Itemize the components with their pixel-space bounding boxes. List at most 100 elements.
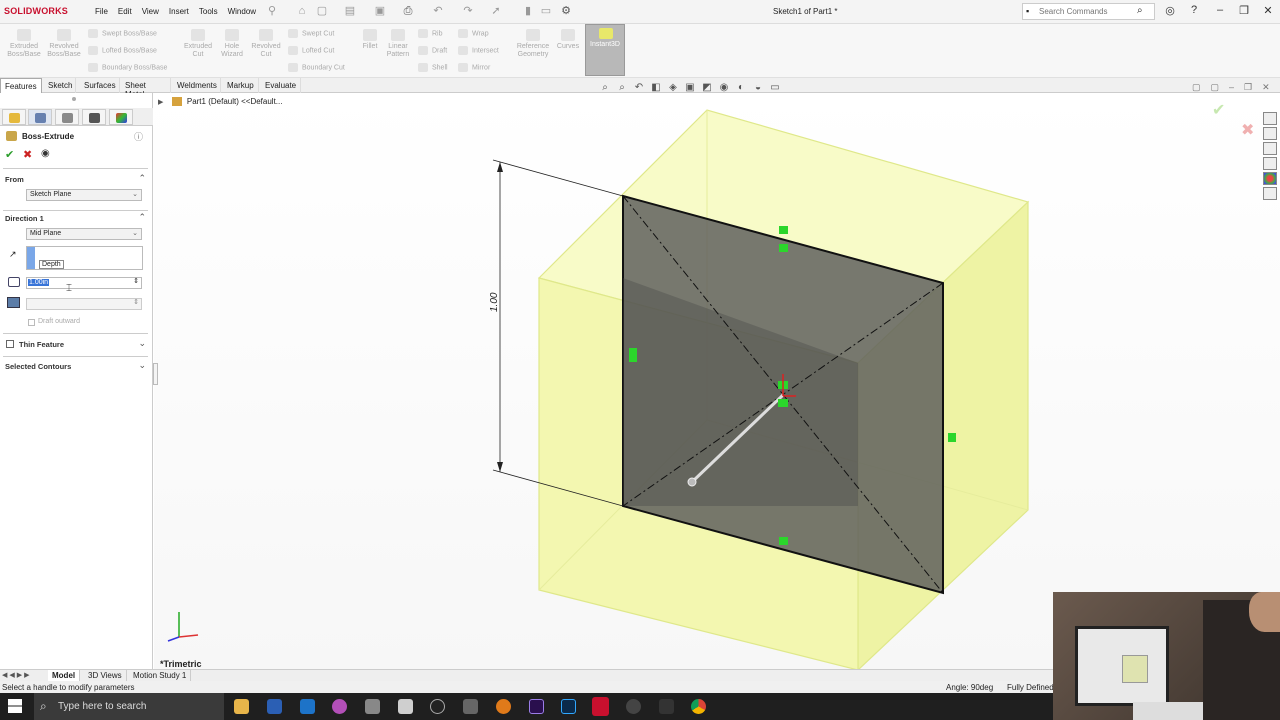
menu-file[interactable]: File	[95, 7, 108, 16]
reverse-direction-icon[interactable]: ↗	[9, 249, 17, 260]
viewport-restore-icon[interactable]: ▢	[1192, 82, 1201, 93]
tab-featuremanager[interactable]	[2, 109, 26, 125]
swept-boss-button[interactable]: Swept Boss/Base	[88, 29, 157, 38]
vertical-relation-icon[interactable]	[629, 348, 637, 362]
search-icon[interactable]: ⌕	[1137, 5, 1143, 16]
photoshop-taskbar-icon[interactable]	[561, 699, 576, 714]
app-taskbar-icon-2[interactable]	[659, 699, 674, 714]
word-taskbar-icon[interactable]	[267, 699, 282, 714]
equal-relation-icon[interactable]	[779, 244, 788, 252]
premiere-taskbar-icon[interactable]	[529, 699, 544, 714]
lofted-boss-button[interactable]: Lofted Boss/Base	[88, 46, 157, 55]
menu-view[interactable]: View	[142, 7, 159, 16]
expand-thin-feature-chevron-icon[interactable]: ⌄	[138, 338, 146, 349]
instant3d-button[interactable]: Instant3D	[585, 24, 625, 76]
solidworks-taskbar-icon[interactable]	[592, 697, 609, 716]
tab-configurationmanager[interactable]	[55, 109, 79, 125]
taskbar-search-box[interactable]: ⌕ Type here to search	[34, 693, 224, 720]
panel-collapse-handle[interactable]	[153, 363, 158, 385]
selected-contours-header[interactable]: Selected Contours	[5, 362, 71, 371]
spin-arrows-icon[interactable]: ⇕	[133, 277, 139, 285]
tab-dimxpert[interactable]	[82, 109, 106, 125]
file-explorer-taskbar-icon[interactable]	[234, 699, 249, 714]
search-commands-input[interactable]	[1023, 4, 1123, 19]
search-commands-box[interactable]: ▪ ⌕	[1022, 3, 1155, 20]
viewport-close-icon[interactable]: ✕	[1262, 82, 1270, 93]
menu-tools[interactable]: Tools	[199, 7, 218, 16]
linear-pattern-button[interactable]: Linear Pattern	[382, 29, 414, 59]
panel-drag-handle[interactable]	[72, 97, 76, 101]
extruded-cut-button[interactable]: Extruded Cut	[180, 29, 216, 59]
tab-sheet-metal[interactable]: Sheet Metal	[121, 78, 171, 99]
menu-window[interactable]: Window	[228, 7, 256, 16]
revolved-cut-button[interactable]: Revolved Cut	[248, 29, 284, 59]
minimize-button[interactable]: –	[1212, 4, 1228, 18]
draft-angle-input[interactable]: ⇕	[26, 298, 142, 310]
undo-icon[interactable]: ↶	[432, 5, 444, 17]
inkscape-taskbar-icon[interactable]	[463, 699, 478, 714]
hole-wizard-button[interactable]: Hole Wizard	[214, 29, 250, 59]
tab-sketch[interactable]: Sketch	[44, 78, 76, 93]
thin-feature-header[interactable]: Thin Feature	[19, 340, 64, 349]
windows-start-icon[interactable]	[8, 699, 22, 713]
close-button[interactable]: ✕	[1260, 4, 1276, 18]
horizontal-relation-icon[interactable]	[779, 226, 788, 234]
revolved-boss-button[interactable]: Revolved Boss/Base	[46, 29, 82, 59]
collapse-from-chevron-icon[interactable]: ⌃	[138, 173, 146, 184]
file-properties-icon[interactable]: ▭	[540, 5, 552, 17]
curves-button[interactable]: Curves	[554, 29, 582, 51]
menu-edit[interactable]: Edit	[118, 7, 132, 16]
save-icon[interactable]: ▣	[374, 5, 386, 17]
options-gear-icon[interactable]: ⚙	[560, 5, 572, 17]
outlook-taskbar-icon[interactable]	[300, 699, 315, 714]
drag-handle-end[interactable]	[687, 477, 697, 487]
restore-button[interactable]: ❐	[1236, 4, 1252, 18]
ok-button[interactable]: ✔	[5, 148, 14, 161]
rib-button[interactable]: Rib	[418, 29, 443, 38]
end-condition-select[interactable]: Mid Plane ⌄	[26, 228, 142, 240]
expand-contours-chevron-icon[interactable]: ⌄	[138, 360, 146, 371]
tab-propertymanager[interactable]	[28, 109, 52, 125]
obs-taskbar-icon[interactable]	[626, 699, 641, 714]
wrap-button[interactable]: Wrap	[458, 29, 489, 38]
tab-weldments[interactable]: Weldments	[173, 78, 221, 93]
thin-feature-checkbox[interactable]	[6, 340, 14, 348]
itunes-taskbar-icon[interactable]	[332, 699, 347, 714]
dimension-value[interactable]: 1.00	[489, 292, 500, 312]
fillet-button[interactable]: Fillet	[356, 29, 384, 51]
detailed-preview-icon[interactable]: ◉	[41, 148, 50, 159]
tab-display-manager[interactable]	[109, 109, 133, 125]
tab-surfaces[interactable]: Surfaces	[80, 78, 120, 93]
redo-icon[interactable]: ↷	[462, 5, 474, 17]
boundary-cut-button[interactable]: Boundary Cut	[288, 63, 345, 72]
app-taskbar-icon[interactable]	[365, 699, 380, 714]
depth-input[interactable]: 1.00in ⇕	[26, 277, 142, 289]
draft-button[interactable]: Draft	[418, 46, 447, 55]
from-select[interactable]: Sketch Plane ⌄	[26, 189, 142, 201]
direction1-section-header[interactable]: Direction 1	[5, 214, 44, 223]
tab-evaluate[interactable]: Evaluate	[261, 78, 301, 93]
user-account-icon[interactable]: ◎	[1162, 4, 1178, 18]
viewport-minimize-icon[interactable]: –	[1229, 82, 1234, 93]
tab-markup[interactable]: Markup	[223, 78, 259, 93]
unreal-taskbar-icon[interactable]	[430, 699, 445, 714]
chrome-taskbar-icon[interactable]	[691, 699, 706, 714]
vertical-relation-right-icon[interactable]	[948, 433, 956, 442]
calculator-taskbar-icon[interactable]	[398, 699, 413, 714]
new-document-icon[interactable]: ▢	[316, 5, 328, 17]
shell-button[interactable]: Shell	[418, 63, 448, 72]
swept-cut-button[interactable]: Swept Cut	[288, 29, 334, 38]
intersect-button[interactable]: Intersect	[458, 46, 499, 55]
spin-arrows-icon[interactable]: ⇕	[133, 298, 139, 306]
open-icon[interactable]: ▤	[344, 5, 356, 17]
collapse-direction-chevron-icon[interactable]: ⌃	[138, 212, 146, 223]
panel-help-icon[interactable]: ⓘ	[134, 130, 143, 143]
draft-icon[interactable]	[7, 297, 20, 308]
tab-scroll-arrows-icon[interactable]: ◀◀▶▶	[2, 671, 32, 679]
pin-icon[interactable]: ⚲	[266, 5, 278, 17]
boundary-boss-button[interactable]: Boundary Boss/Base	[88, 63, 167, 72]
blender-taskbar-icon[interactable]	[496, 699, 511, 714]
draft-outward-checkbox[interactable]	[28, 319, 35, 326]
viewport-tile-icon[interactable]: ▢	[1211, 82, 1220, 93]
lofted-cut-button[interactable]: Lofted Cut	[288, 46, 334, 55]
